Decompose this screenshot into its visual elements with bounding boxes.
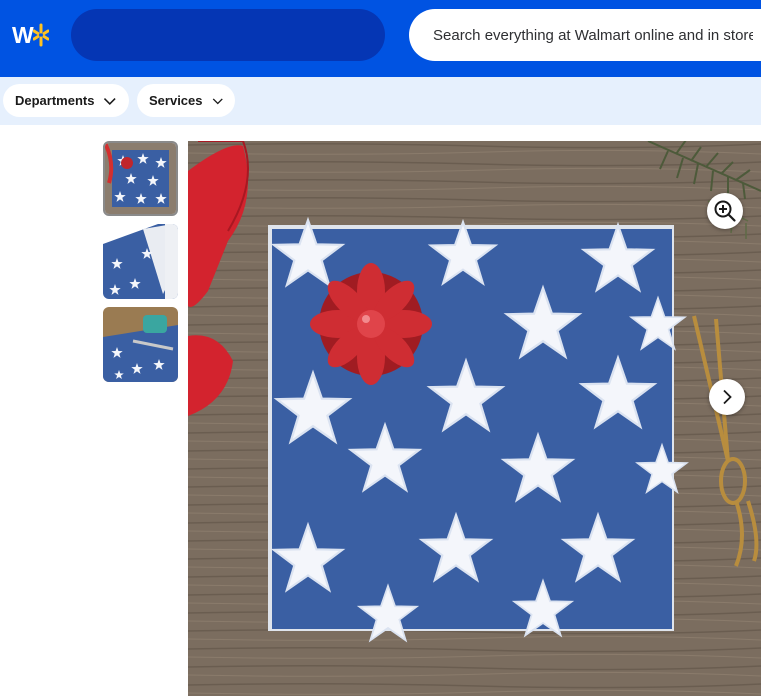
main-product-image[interactable] xyxy=(188,141,761,696)
zoom-in-icon xyxy=(714,200,736,222)
departments-label: Departments xyxy=(15,93,95,108)
walmart-logo[interactable]: W xyxy=(12,22,49,50)
thumbnail-3[interactable] xyxy=(103,307,178,382)
chevron-right-icon xyxy=(723,389,732,405)
product-photo xyxy=(188,141,761,696)
chevron-down-icon xyxy=(104,97,117,105)
services-button[interactable]: Services xyxy=(137,84,235,117)
thumbnail-image xyxy=(103,307,178,382)
departments-button[interactable]: Departments xyxy=(3,84,129,117)
services-label: Services xyxy=(149,93,203,108)
secondary-nav: Departments Services xyxy=(0,77,761,125)
thumbnail-1[interactable] xyxy=(103,141,178,216)
thumbnail-image xyxy=(105,143,176,214)
spark-icon xyxy=(33,23,49,47)
thumbnail-image xyxy=(103,224,178,299)
search-input[interactable] xyxy=(433,26,753,44)
store-selector-button[interactable] xyxy=(71,9,385,61)
zoom-button[interactable] xyxy=(707,193,743,229)
next-image-button[interactable] xyxy=(709,379,745,415)
search-bar[interactable] xyxy=(409,9,761,61)
logo-letter: W xyxy=(12,22,34,48)
site-header: W xyxy=(0,0,761,77)
chevron-down-icon xyxy=(212,97,223,104)
thumbnail-2[interactable] xyxy=(103,224,178,299)
